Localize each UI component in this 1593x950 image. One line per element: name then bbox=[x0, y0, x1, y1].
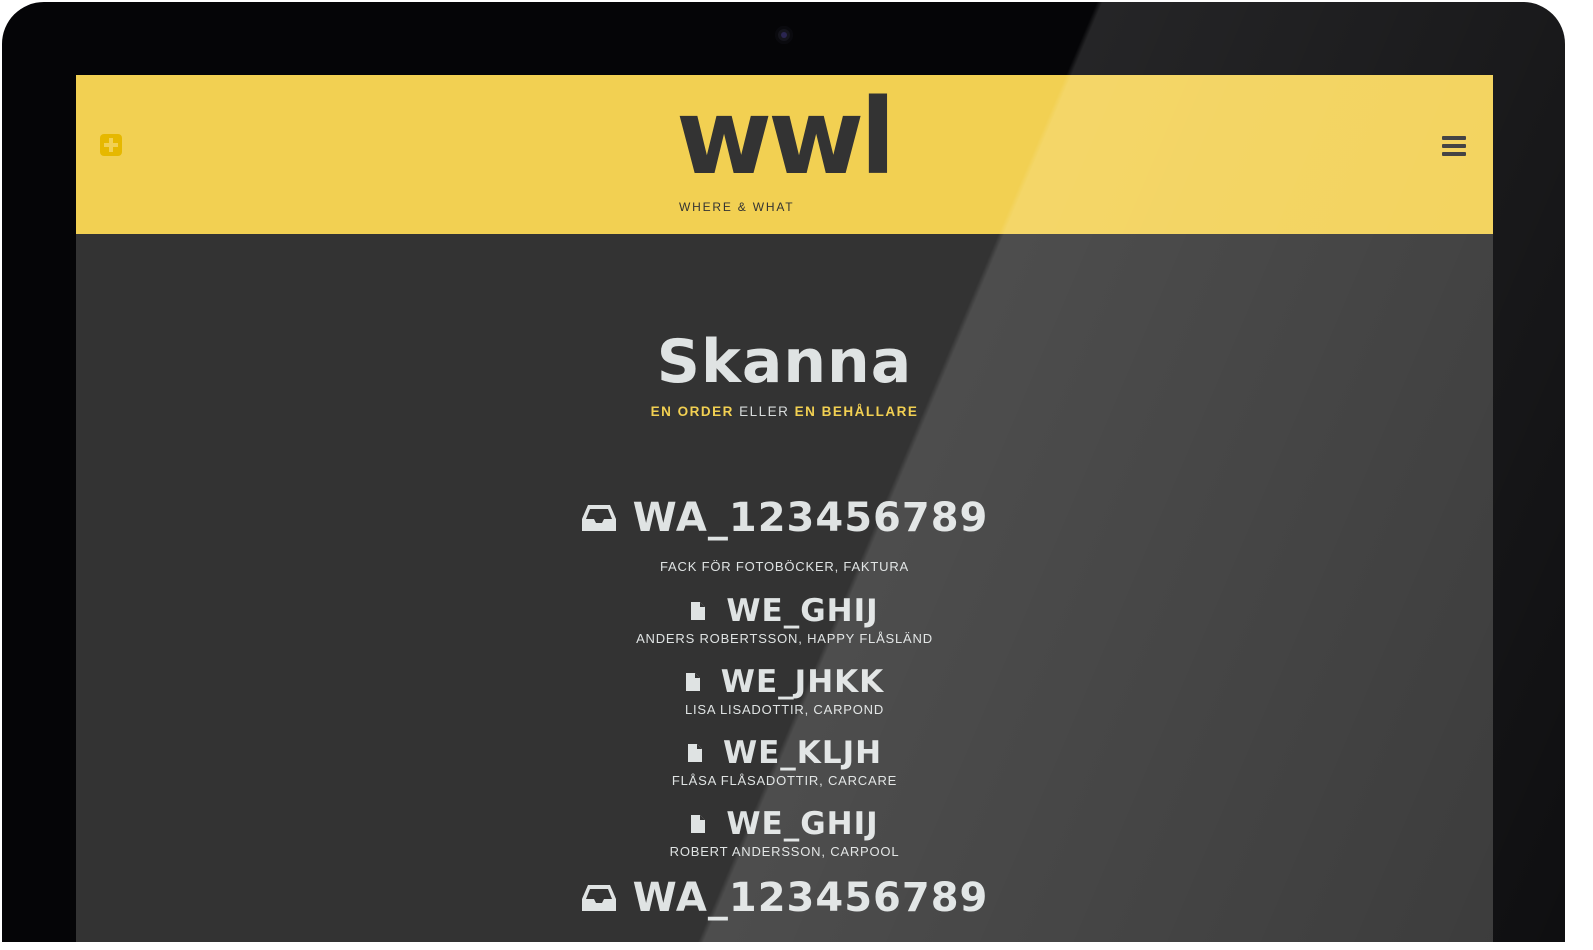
item-description: FLÅSA FLÅSADOTTIR, CARCARE bbox=[671, 773, 898, 788]
scan-item[interactable]: WE_GHIJ ROBERT ANDERSSON, CARPOOL bbox=[76, 806, 1493, 859]
item-code: WA_123456789 bbox=[632, 495, 989, 541]
item-code: WA_123456789 bbox=[632, 875, 989, 921]
subtitle-order: EN ORDER bbox=[650, 404, 734, 419]
scan-item[interactable]: WE_KLJH FLÅSA FLÅSADOTTIR, CARCARE bbox=[76, 735, 1493, 788]
item-code-row[interactable]: WA_123456789 bbox=[581, 875, 989, 921]
header: wwl WHERE & WHAT bbox=[76, 75, 1493, 234]
item-code: WE_GHIJ bbox=[726, 806, 879, 842]
item-code: WE_KLJH bbox=[722, 735, 883, 771]
item-code: WE_JHKK bbox=[720, 664, 885, 700]
device-frame: wwl WHERE & WHAT Skanna EN ORDER ELLER E… bbox=[2, 2, 1565, 942]
scan-item[interactable]: WE_GHIJ ANDERS ROBERTSSON, HAPPY FLÅSLÄN… bbox=[76, 593, 1493, 646]
item-code: WE_GHIJ bbox=[726, 593, 879, 629]
item-description: ROBERT ANDERSSON, CARPOOL bbox=[669, 844, 900, 859]
item-code-row[interactable]: WE_GHIJ bbox=[690, 806, 878, 842]
page-title: Skanna bbox=[656, 327, 913, 397]
scan-item[interactable]: WA_123456789 bbox=[76, 875, 1493, 921]
subtitle-container: EN BEHÅLLARE bbox=[794, 404, 919, 419]
document-icon bbox=[687, 744, 702, 762]
tagline: WHERE & WHAT bbox=[679, 200, 795, 214]
item-description: LISA LISADOTTIR, CARPOND bbox=[684, 702, 885, 717]
logo[interactable]: wwl bbox=[676, 75, 896, 205]
inbox-icon bbox=[581, 885, 616, 911]
item-code-row[interactable]: WA_123456789 bbox=[581, 495, 989, 541]
hamburger-menu-icon[interactable] bbox=[1442, 136, 1466, 156]
subtitle-or: ELLER bbox=[733, 404, 795, 419]
item-description: ANDERS ROBERTSSON, HAPPY FLÅSLÄND bbox=[636, 631, 933, 646]
inbox-icon bbox=[581, 505, 616, 531]
document-icon bbox=[685, 673, 700, 691]
item-description: FACK FÖR FOTOBÖCKER, FAKTURA bbox=[660, 559, 909, 574]
document-icon bbox=[691, 815, 706, 833]
scan-item[interactable]: WA_123456789 FACK FÖR FOTOBÖCKER, FAKTUR… bbox=[76, 495, 1493, 574]
camera bbox=[775, 26, 793, 44]
item-code-row[interactable]: WE_JHKK bbox=[685, 664, 884, 700]
screen: wwl WHERE & WHAT Skanna EN ORDER ELLER E… bbox=[76, 75, 1493, 942]
scan-item[interactable]: WE_JHKK LISA LISADOTTIR, CARPOND bbox=[76, 664, 1493, 717]
item-code-row[interactable]: WE_KLJH bbox=[687, 735, 882, 771]
item-code-row[interactable]: WE_GHIJ bbox=[690, 593, 878, 629]
document-icon bbox=[691, 602, 706, 620]
add-icon[interactable] bbox=[100, 134, 122, 156]
page-subtitle: EN ORDER ELLER EN BEHÅLLARE bbox=[76, 404, 1493, 419]
